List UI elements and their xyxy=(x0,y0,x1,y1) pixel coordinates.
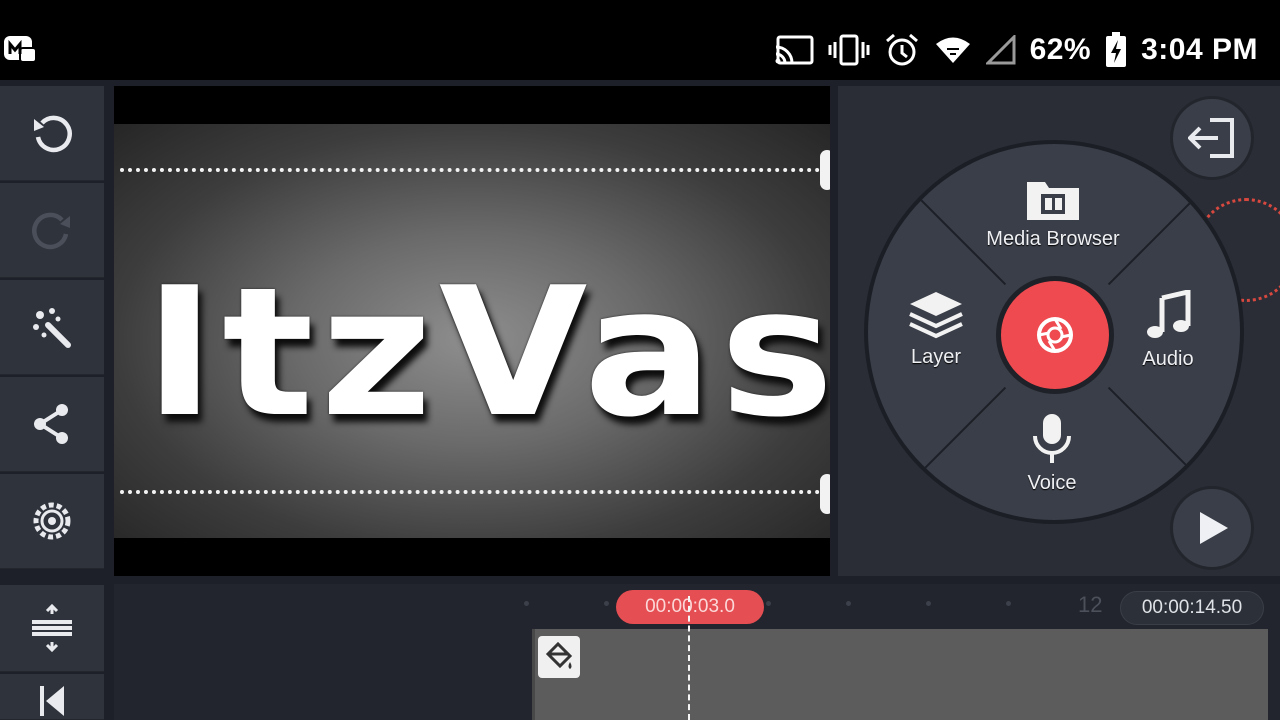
ruler-tick xyxy=(1006,601,1011,606)
skip-start-button[interactable] xyxy=(0,674,104,720)
ruler-label: 12 xyxy=(1078,592,1103,617)
cast-icon xyxy=(774,35,814,65)
ruler-tick xyxy=(926,601,931,606)
timeline-clip[interactable] xyxy=(532,629,1268,720)
ruler-tick xyxy=(766,601,771,606)
battery-percent: 62% xyxy=(1029,33,1092,66)
status-bar: 62% 3:04 PM xyxy=(0,0,1280,80)
video-preview[interactable]: ItzVas xyxy=(114,86,830,576)
media-browser-button[interactable]: Media Browser xyxy=(978,176,1128,251)
alarm-icon xyxy=(884,33,920,67)
undo-button[interactable] xyxy=(0,86,104,181)
current-time-indicator[interactable]: 00:00:03.0 xyxy=(616,590,764,624)
audio-label: Audio xyxy=(1142,348,1194,370)
vibrate-icon xyxy=(828,34,870,66)
exit-button[interactable] xyxy=(1170,96,1254,180)
ruler-tick xyxy=(524,601,529,606)
settings-button[interactable] xyxy=(0,474,104,569)
resize-handle-bottom[interactable] xyxy=(820,474,830,514)
clip-background-fill-icon[interactable] xyxy=(538,636,580,678)
wheel-divider xyxy=(919,386,1007,474)
media-browser-icon xyxy=(1027,182,1079,220)
exit-icon xyxy=(1188,118,1234,158)
wifi-icon xyxy=(934,35,972,65)
wheel-divider xyxy=(1107,386,1195,474)
clock: 3:04 PM xyxy=(1141,33,1258,66)
effects-button[interactable] xyxy=(0,280,104,375)
timeline-adjust-button[interactable] xyxy=(0,585,104,672)
camera-shutter-icon xyxy=(1037,317,1073,353)
playhead[interactable] xyxy=(688,596,690,720)
play-button[interactable] xyxy=(1170,486,1254,570)
layer-label: Layer xyxy=(910,346,962,368)
microphone-icon xyxy=(1033,414,1071,463)
effects-wand-icon xyxy=(33,308,71,348)
record-camera-button[interactable] xyxy=(996,276,1114,394)
settings-icon xyxy=(33,502,71,540)
preview-title-text: ItzVas xyxy=(144,249,830,456)
layer-button[interactable]: Layer xyxy=(900,290,972,369)
total-duration: 00:00:14.50 xyxy=(1120,591,1264,625)
redo-icon xyxy=(32,212,70,250)
timeline-adjust-icon xyxy=(32,604,72,652)
app-logo-icon xyxy=(2,30,38,66)
layer-icon xyxy=(909,292,963,339)
resize-handle-top[interactable] xyxy=(820,150,830,190)
voice-button[interactable]: Voice xyxy=(1012,412,1092,495)
skip-start-icon xyxy=(40,686,64,716)
crop-guide-top xyxy=(120,168,820,172)
ruler-tick xyxy=(846,601,851,606)
crop-guide-bottom xyxy=(120,490,820,494)
media-browser-label: Media Browser xyxy=(986,228,1120,250)
undo-icon xyxy=(34,115,72,153)
ruler-tick xyxy=(604,601,609,606)
redo-button[interactable] xyxy=(0,183,104,278)
audio-button[interactable]: Audio xyxy=(1136,290,1200,371)
voice-label: Voice xyxy=(1027,472,1077,494)
battery-charging-icon xyxy=(1105,32,1127,68)
signal-icon xyxy=(985,35,1016,65)
share-icon xyxy=(34,404,68,444)
left-toolbar xyxy=(0,86,106,720)
status-icons: 62% 3:04 PM xyxy=(774,28,1258,72)
preview-frame: ItzVas xyxy=(114,124,830,538)
play-icon xyxy=(1200,512,1228,544)
audio-note-icon xyxy=(1147,290,1191,338)
share-button[interactable] xyxy=(0,377,104,472)
